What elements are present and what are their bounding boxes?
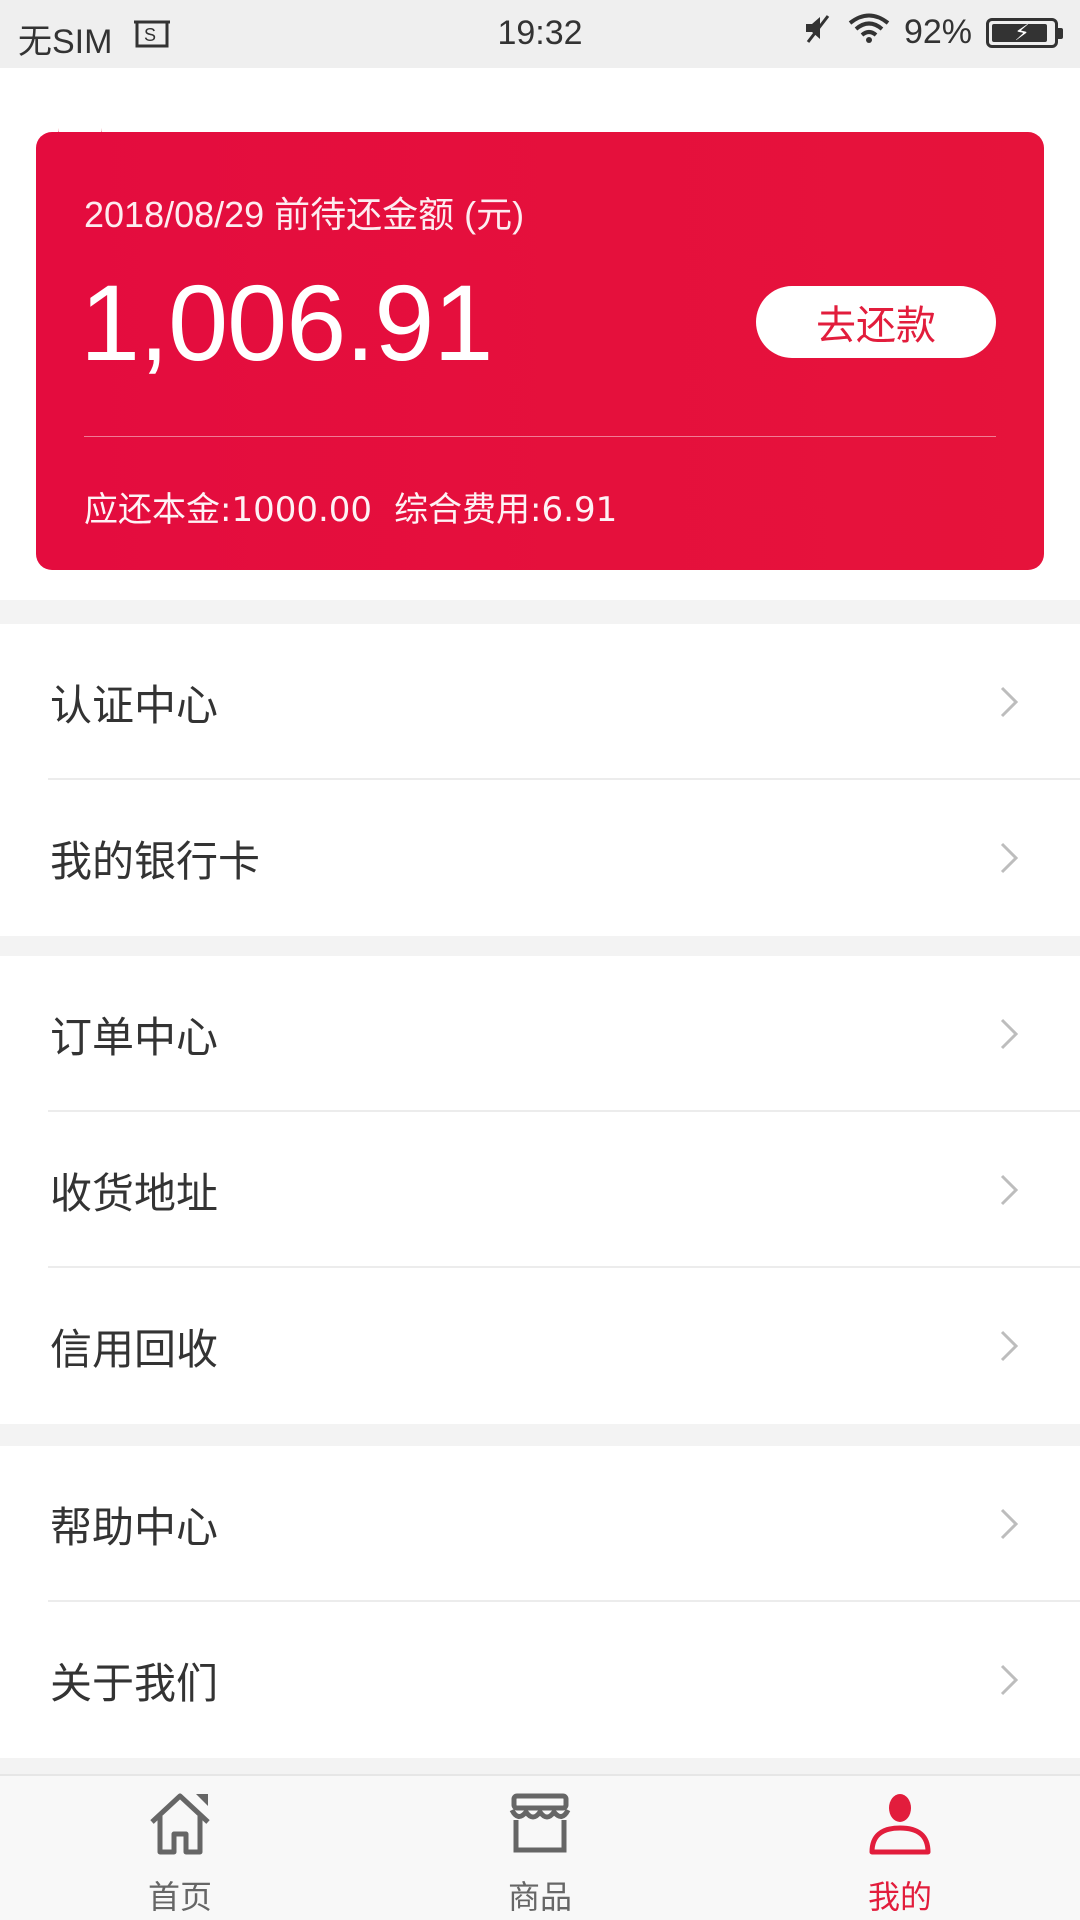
wifi-icon (848, 12, 890, 53)
charging-bolt-icon: ⚡ (1014, 19, 1030, 45)
chevron-right-icon (1000, 1330, 1019, 1362)
menu-item-label: 收货地址 (50, 1168, 219, 1218)
menu-item-about-us[interactable]: 关于我们 (0, 1602, 1080, 1758)
menu-item-verification-center[interactable]: 认证中心 (0, 624, 1080, 780)
clock: 19:32 (497, 14, 583, 52)
chevron-right-icon (1000, 1508, 1019, 1540)
tab-home[interactable]: 首页 (80, 1776, 280, 1920)
chevron-right-icon (1000, 1018, 1019, 1050)
menu-item-label: 我的银行卡 (50, 836, 261, 886)
tab-label: 首页 (147, 1878, 212, 1916)
fee-amount: 综合费用:6.91 (394, 490, 618, 530)
card-divider (84, 436, 996, 437)
menu-item-label: 订单中心 (50, 1012, 219, 1062)
menu-item-help-center[interactable]: 帮助中心 (0, 1446, 1080, 1602)
chevron-right-icon (1000, 842, 1019, 874)
tab-label: 我的 (867, 1878, 932, 1916)
tab-products[interactable]: 商品 (440, 1776, 640, 1920)
tab-mine[interactable]: 我的 (800, 1776, 1000, 1920)
menu-item-my-bank-card[interactable]: 我的银行卡 (0, 780, 1080, 936)
menu-item-label: 信用回收 (50, 1324, 219, 1374)
status-bar: 无SIM S 19:32 92% ⚡ (0, 0, 1080, 68)
home-icon (150, 1793, 210, 1855)
menu-group-support: 帮助中心 关于我们 (0, 1446, 1080, 1758)
chevron-right-icon (1000, 686, 1019, 718)
mute-icon (802, 12, 834, 53)
principal-amount: 应还本金:1000.00 (84, 490, 373, 530)
repayment-card: 2018/08/29 前待还金额 (元) 1,006.91 去还款 应还本金:1… (36, 132, 1044, 570)
menu-item-order-center[interactable]: 订单中心 (0, 956, 1080, 1112)
menu-item-label: 帮助中心 (50, 1502, 219, 1552)
menu-item-label: 认证中心 (50, 680, 219, 730)
repayment-date-label: 2018/08/29 前待还金额 (元) (84, 194, 525, 235)
menu-item-shipping-address[interactable]: 收货地址 (0, 1112, 1080, 1268)
repayment-breakdown: 应还本金:1000.00 综合费用:6.91 (84, 482, 617, 531)
chevron-right-icon (1000, 1664, 1019, 1696)
repay-button[interactable]: 去还款 (756, 286, 996, 358)
battery-percent: 92% (903, 13, 972, 51)
menu-group-orders: 订单中心 收货地址 信用回收 (0, 956, 1080, 1424)
chevron-right-icon (1000, 1174, 1019, 1206)
store-icon (509, 1793, 571, 1853)
battery-icon: ⚡ (986, 17, 1063, 48)
tab-label: 商品 (507, 1878, 572, 1916)
menu-item-label: 关于我们 (50, 1658, 219, 1708)
menu-item-credit-recycle[interactable]: 信用回收 (0, 1268, 1080, 1424)
repayment-amount: 1,006.91 (80, 262, 493, 383)
bottom-tab-bar: 首页 商品 我的 (0, 1774, 1080, 1920)
user-icon (869, 1794, 931, 1855)
menu-group-account: 认证中心 我的银行卡 (0, 624, 1080, 936)
